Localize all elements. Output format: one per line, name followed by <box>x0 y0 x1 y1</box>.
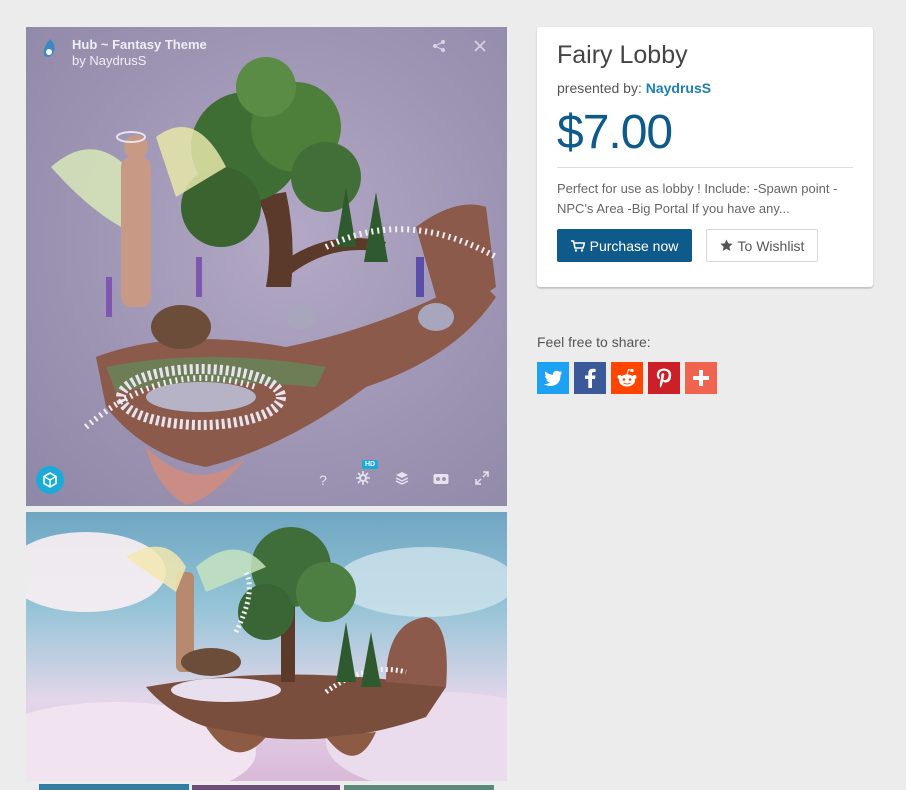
facebook-icon <box>585 368 596 388</box>
gallery-image[interactable] <box>26 512 507 781</box>
thumbnail-item[interactable] <box>39 784 189 790</box>
product-card: Fairy Lobby presented by: NaydrusS $7.00… <box>537 27 873 287</box>
model-viewer[interactable]: Hub ~ Fantasy Theme by NaydrusS ? HD <box>26 27 507 506</box>
model-title[interactable]: Hub ~ Fantasy Theme <box>72 37 207 53</box>
fullscreen-icon[interactable] <box>473 471 491 489</box>
share-buttons <box>537 362 717 394</box>
settings-icon[interactable] <box>354 471 372 489</box>
purchase-label: Purchase now <box>589 237 679 254</box>
facebook-share-button[interactable] <box>574 362 606 394</box>
pinterest-share-button[interactable] <box>648 362 680 394</box>
product-description: Perfect for use as lobby ! Include: -Spa… <box>557 181 838 216</box>
presented-by-label: presented by: <box>557 80 642 96</box>
star-icon <box>719 239 733 251</box>
product-title: Fairy Lobby <box>557 41 688 69</box>
close-icon[interactable] <box>472 39 488 55</box>
thumbnail-strip <box>39 784 495 790</box>
plus-icon <box>693 370 709 386</box>
purchase-button[interactable]: Purchase now <box>557 229 692 262</box>
vr-icon[interactable] <box>432 471 450 489</box>
wishlist-button[interactable]: To Wishlist <box>706 229 818 262</box>
hd-badge: HD <box>362 460 379 469</box>
cart-icon <box>570 239 585 252</box>
twitter-icon <box>544 370 562 386</box>
divider <box>557 167 853 168</box>
thumbnail-item[interactable] <box>344 785 494 790</box>
product-price: $7.00 <box>557 106 673 159</box>
model-author[interactable]: by NaydrusS <box>72 53 207 69</box>
reddit-share-button[interactable] <box>611 362 643 394</box>
thumbnail-item[interactable] <box>192 785 340 790</box>
reddit-icon <box>617 368 637 387</box>
sketchfab-logo-icon[interactable] <box>36 466 64 494</box>
layers-icon[interactable] <box>393 471 411 489</box>
twitter-share-button[interactable] <box>537 362 569 394</box>
model-render[interactable] <box>26 27 507 506</box>
seller-link[interactable]: NaydrusS <box>646 80 711 96</box>
share-label: Feel free to share: <box>537 334 651 350</box>
wishlist-label: To Wishlist <box>737 237 805 254</box>
more-share-button[interactable] <box>685 362 717 394</box>
creator-avatar[interactable] <box>38 37 62 61</box>
help-icon[interactable]: ? <box>314 471 332 489</box>
pinterest-icon <box>656 368 672 388</box>
presented-by: presented by: NaydrusS <box>557 80 711 96</box>
share-icon[interactable] <box>431 39 447 55</box>
